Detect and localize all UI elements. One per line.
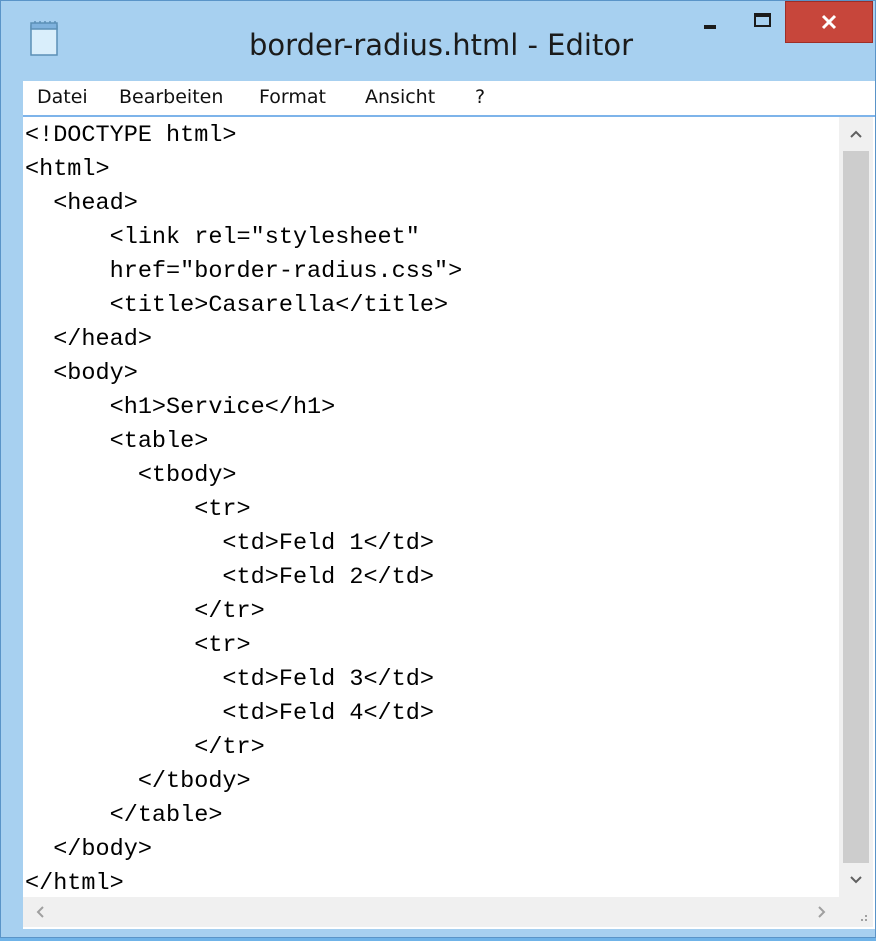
editor-line: href="border-radius.css"> [25, 258, 463, 285]
editor-line: </body> [25, 836, 152, 863]
scroll-right-icon[interactable] [805, 895, 839, 929]
text-editor[interactable]: <!DOCTYPE html> <html> <head> <link rel="… [23, 115, 875, 929]
notepad-icon[interactable] [29, 21, 59, 57]
editor-line: </html> [25, 870, 124, 897]
maximize-icon [754, 13, 771, 27]
maximize-button[interactable] [739, 1, 785, 43]
close-icon [821, 14, 837, 30]
editor-line: <!DOCTYPE html> [25, 122, 237, 149]
editor-line: </head> [25, 326, 152, 353]
editor-line: </tr> [25, 598, 265, 625]
editor-line: <head> [25, 190, 138, 217]
editor-line: <html> [25, 156, 110, 183]
editor-text-area[interactable]: <!DOCTYPE html> <html> <head> <link rel="… [25, 119, 837, 899]
editor-line: <td>Feld 4</td> [25, 700, 434, 727]
scroll-left-icon[interactable] [23, 895, 57, 929]
editor-line: <title>Casarella</title> [25, 292, 449, 319]
editor-line: <tr> [25, 496, 251, 523]
editor-line: <table> [25, 428, 209, 455]
menu-bearbeiten[interactable]: Bearbeiten [117, 81, 225, 115]
title-bar[interactable]: border-radius.html - Editor [1, 1, 875, 81]
editor-line: <body> [25, 360, 138, 387]
menu-datei[interactable]: Datei [35, 81, 90, 115]
minimize-button[interactable] [687, 1, 733, 43]
vertical-scrollbar[interactable] [839, 117, 873, 897]
editor-line: </table> [25, 802, 223, 829]
menu-ansicht[interactable]: Ansicht [363, 81, 437, 115]
editor-line: </tbody> [25, 768, 251, 795]
editor-line: <td>Feld 1</td> [25, 530, 434, 557]
editor-line: <td>Feld 2</td> [25, 564, 434, 591]
scroll-up-icon[interactable] [839, 117, 873, 151]
editor-line: <tr> [25, 632, 251, 659]
menu-bar: Datei Bearbeiten Format Ansicht ? [23, 81, 875, 116]
editor-window: border-radius.html - Editor Datei Bearbe… [0, 0, 876, 938]
window-title: border-radius.html - Editor [249, 28, 633, 62]
minimize-icon [704, 25, 716, 29]
menu-help[interactable]: ? [473, 81, 487, 115]
resize-grip-icon[interactable] [839, 897, 873, 927]
editor-line: <h1>Service</h1> [25, 394, 336, 421]
scroll-down-icon[interactable] [839, 863, 873, 897]
horizontal-scrollbar[interactable] [23, 897, 839, 927]
editor-line: <tbody> [25, 462, 237, 489]
vertical-scroll-thumb[interactable] [843, 151, 869, 863]
editor-line: </tr> [25, 734, 265, 761]
editor-line: <td>Feld 3</td> [25, 666, 434, 693]
close-button[interactable] [785, 1, 873, 43]
menu-format[interactable]: Format [257, 81, 328, 115]
editor-line: <link rel="stylesheet" [25, 224, 420, 251]
